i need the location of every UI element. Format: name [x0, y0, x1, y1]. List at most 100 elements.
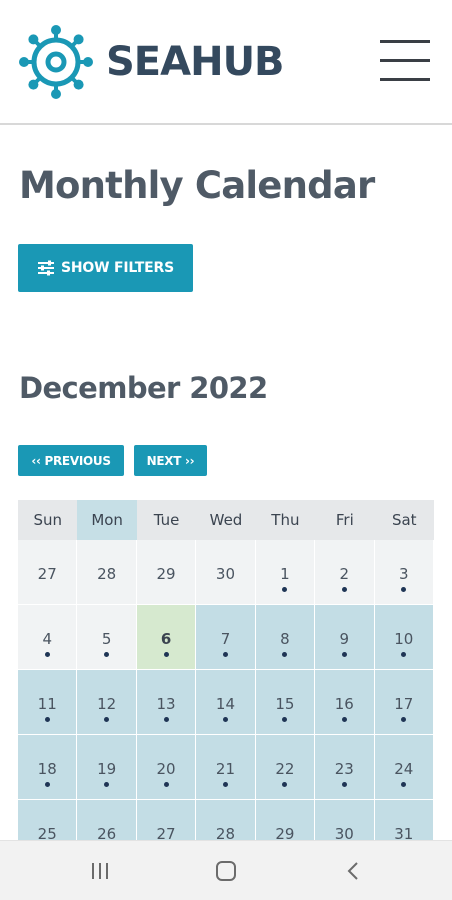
calendar-day[interactable]: 8 — [255, 605, 316, 670]
previous-month-button[interactable]: ‹‹ PREVIOUS — [18, 445, 124, 476]
weekday-tue: Tue — [153, 511, 180, 529]
system-navigation-bar — [0, 840, 452, 900]
calendar-day[interactable]: 11 — [18, 670, 78, 735]
day-number: 23 — [334, 760, 354, 778]
event-dot-icon — [401, 652, 407, 657]
event-dot-icon — [341, 652, 347, 657]
day-number: 19 — [97, 760, 117, 778]
show-filters-button[interactable]: SHOW FILTERS — [18, 244, 193, 292]
calendar-day[interactable]: 16 — [315, 670, 375, 735]
event-dot-icon — [341, 717, 347, 722]
next-month-button[interactable]: NEXT ›› — [134, 445, 207, 476]
day-number: 30 — [334, 825, 354, 840]
weekday-header: Sun Mon Tue Wed Thu Fri Sat — [18, 500, 434, 540]
site-header: SEAHUB — [0, 0, 452, 125]
calendar-day[interactable]: 14 — [196, 670, 256, 735]
event-dot-icon — [222, 717, 228, 722]
calendar-day[interactable]: 29 — [255, 800, 316, 840]
calendar-day[interactable]: 31 — [374, 800, 434, 840]
day-number: 12 — [97, 695, 117, 713]
day-number: 16 — [334, 695, 354, 713]
calendar-day[interactable]: 30 — [196, 540, 256, 605]
day-number: 27 — [37, 565, 57, 583]
day-number: 5 — [101, 630, 112, 648]
day-number: 8 — [280, 630, 290, 648]
recents-icon[interactable] — [86, 857, 114, 885]
calendar-day[interactable]: 21 — [196, 735, 256, 800]
day-number: 17 — [394, 695, 414, 713]
event-dot-icon — [222, 782, 228, 787]
calendar-day[interactable]: 18 — [18, 735, 78, 800]
calendar-day[interactable]: 20 — [136, 735, 197, 800]
page-title: Monthly Calendar — [19, 164, 375, 207]
month-title: December 2022 — [19, 371, 268, 405]
calendar-day[interactable]: 13 — [136, 670, 197, 735]
hamburger-menu-icon[interactable] — [380, 40, 430, 82]
event-dot-icon — [222, 652, 228, 657]
calendar-day[interactable]: 12 — [77, 670, 137, 735]
day-number: 13 — [156, 695, 176, 713]
calendar-day[interactable]: 7 — [196, 605, 256, 670]
day-number: 2 — [339, 565, 350, 583]
calendar-day[interactable]: 2 — [315, 540, 375, 605]
month-calendar: Sun Mon Tue Wed Thu Fri Sat 27 28 29 30 1 2 3 4 5 6 7 8 9 1… — [18, 500, 434, 840]
day-number: 20 — [156, 760, 176, 778]
calendar-day[interactable]: 4 — [18, 605, 78, 670]
event-dot-icon — [282, 587, 288, 592]
brand-name[interactable]: SEAHUB — [106, 38, 285, 86]
calendar-day[interactable]: 1 — [255, 540, 316, 605]
day-number: 11 — [37, 695, 57, 713]
calendar-day[interactable]: 23 — [315, 735, 375, 800]
day-number: 25 — [37, 825, 57, 840]
day-number: 28 — [97, 565, 117, 583]
day-number: 14 — [215, 695, 236, 713]
calendar-week: 11 12 13 14 15 16 17 — [18, 670, 434, 735]
calendar-day[interactable]: 29 — [136, 540, 197, 605]
day-number: 10 — [394, 630, 414, 648]
weekday-sat: Sat — [391, 511, 417, 529]
event-dot-icon — [282, 782, 288, 787]
event-dot-icon — [44, 782, 50, 787]
calendar-week: 27 28 29 30 1 2 3 — [18, 540, 434, 605]
event-dot-icon — [44, 717, 50, 722]
weekday-fri: Fri — [335, 511, 354, 529]
back-icon[interactable] — [340, 857, 368, 885]
calendar-day[interactable]: 26 — [77, 800, 137, 840]
calendar-day[interactable]: 9 — [315, 605, 375, 670]
page: SEAHUB Monthly Calendar SHOW FILTERS Dec… — [0, 0, 452, 900]
weekday-wed: Wed — [209, 511, 243, 529]
calendar-day[interactable]: 24 — [374, 735, 434, 800]
calendar-day[interactable]: 5 — [77, 605, 137, 670]
ship-wheel-icon[interactable] — [18, 24, 94, 100]
calendar-day[interactable]: 15 — [255, 670, 316, 735]
calendar-day[interactable]: 17 — [374, 670, 434, 735]
event-dot-icon — [163, 717, 169, 722]
calendar-day[interactable]: 3 — [374, 540, 434, 605]
calendar-day[interactable]: 27 — [136, 800, 197, 840]
day-number: 3 — [398, 565, 409, 583]
calendar-day[interactable]: 10 — [374, 605, 434, 670]
day-number: 18 — [37, 760, 57, 778]
event-dot-icon — [282, 717, 288, 722]
calendar-grid: 27 28 29 30 1 2 3 4 5 6 7 8 9 10 11 12 13 14 15 16 17 18 19 20 2… — [18, 540, 434, 840]
weekday-sun: Sun — [33, 511, 62, 529]
calendar-day[interactable]: 22 — [255, 735, 316, 800]
event-dot-icon — [44, 652, 50, 657]
event-dot-icon — [163, 652, 169, 657]
calendar-day[interactable]: 30 — [315, 800, 375, 840]
day-number: 29 — [156, 565, 176, 583]
event-dot-icon — [163, 782, 169, 787]
day-number: 26 — [97, 825, 117, 840]
event-dot-icon — [401, 587, 407, 592]
calendar-day[interactable]: 25 — [18, 800, 78, 840]
calendar-day[interactable]: 28 — [196, 800, 256, 840]
calendar-day[interactable]: 27 — [18, 540, 78, 605]
day-number: 6 — [160, 630, 172, 648]
day-number: 22 — [275, 760, 295, 778]
calendar-day-today[interactable]: 6 — [136, 605, 197, 670]
home-icon[interactable] — [212, 857, 240, 885]
calendar-day[interactable]: 28 — [77, 540, 137, 605]
calendar-week: 18 19 20 21 22 23 24 — [18, 735, 434, 800]
calendar-day[interactable]: 19 — [77, 735, 137, 800]
day-number: 31 — [394, 825, 414, 840]
